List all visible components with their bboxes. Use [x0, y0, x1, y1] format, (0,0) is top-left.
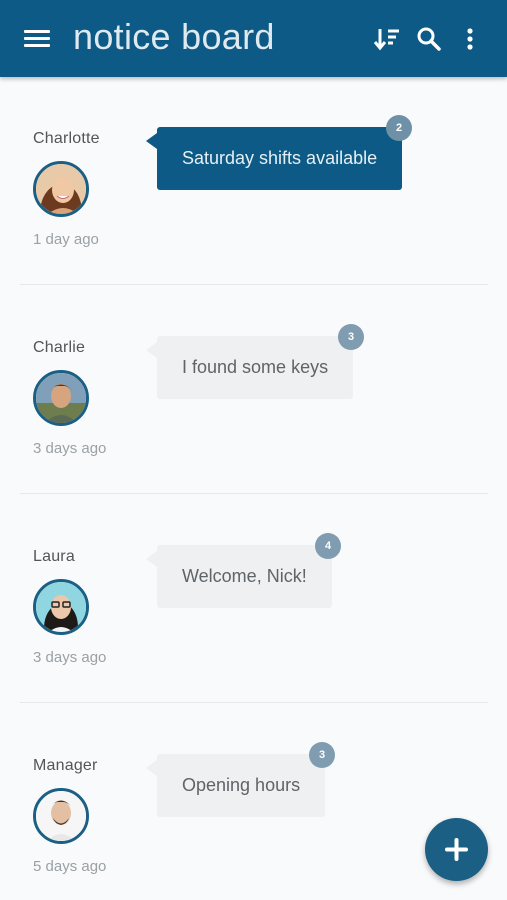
- notice-message-bubble[interactable]: Saturday shifts available 2: [145, 115, 412, 190]
- notice-item[interactable]: Charlotte 1 day ago Saturday shifts avai…: [0, 85, 507, 294]
- notice-list: Charlotte 1 day ago Saturday shifts avai…: [0, 77, 507, 900]
- notice-message: Opening hours: [182, 775, 301, 795]
- avatar: [33, 579, 89, 635]
- notice-time: 3 days ago: [33, 440, 107, 457]
- notice-message: Saturday shifts available: [182, 148, 378, 168]
- notice-time: 5 days ago: [33, 858, 107, 875]
- divider: [20, 284, 488, 285]
- menu-icon[interactable]: [20, 24, 54, 54]
- add-notice-button[interactable]: [425, 818, 488, 881]
- count-badge: 2: [386, 115, 412, 141]
- notice-item[interactable]: Charlie 3 days ago I found some keys 3: [0, 294, 507, 503]
- notice-author: Manager: [33, 757, 98, 774]
- notice-time: 1 day ago: [33, 231, 99, 248]
- sort-icon[interactable]: [372, 24, 402, 54]
- count-badge: 3: [338, 324, 364, 350]
- notice-message-bubble[interactable]: Opening hours 3: [145, 742, 335, 817]
- notice-item[interactable]: Laura 3 days ago Welcome, Nick! 4: [0, 503, 507, 712]
- avatar: [33, 161, 89, 217]
- notice-author: Laura: [33, 548, 75, 565]
- notice-time: 3 days ago: [33, 649, 107, 666]
- app-title: notice board: [73, 16, 275, 57]
- avatar: [33, 788, 89, 844]
- notice-message: I found some keys: [182, 357, 329, 377]
- divider: [20, 702, 488, 703]
- avatar: [33, 370, 89, 426]
- app-bar: notice board: [0, 0, 507, 77]
- notice-message: Welcome, Nick!: [182, 566, 307, 586]
- plus-icon: [445, 838, 468, 861]
- notice-item[interactable]: Manager 5 days ago Opening hours 3: [0, 712, 507, 900]
- count-badge: 4: [315, 533, 341, 559]
- notice-message-bubble[interactable]: Welcome, Nick! 4: [146, 533, 341, 608]
- notice-author: Charlie: [33, 339, 86, 356]
- notice-message-bubble[interactable]: I found some keys 3: [145, 324, 364, 399]
- divider: [20, 493, 488, 494]
- more-vert-icon[interactable]: [455, 24, 485, 54]
- search-icon[interactable]: [414, 24, 444, 54]
- notice-author: Charlotte: [33, 130, 100, 147]
- count-badge: 3: [309, 742, 335, 768]
